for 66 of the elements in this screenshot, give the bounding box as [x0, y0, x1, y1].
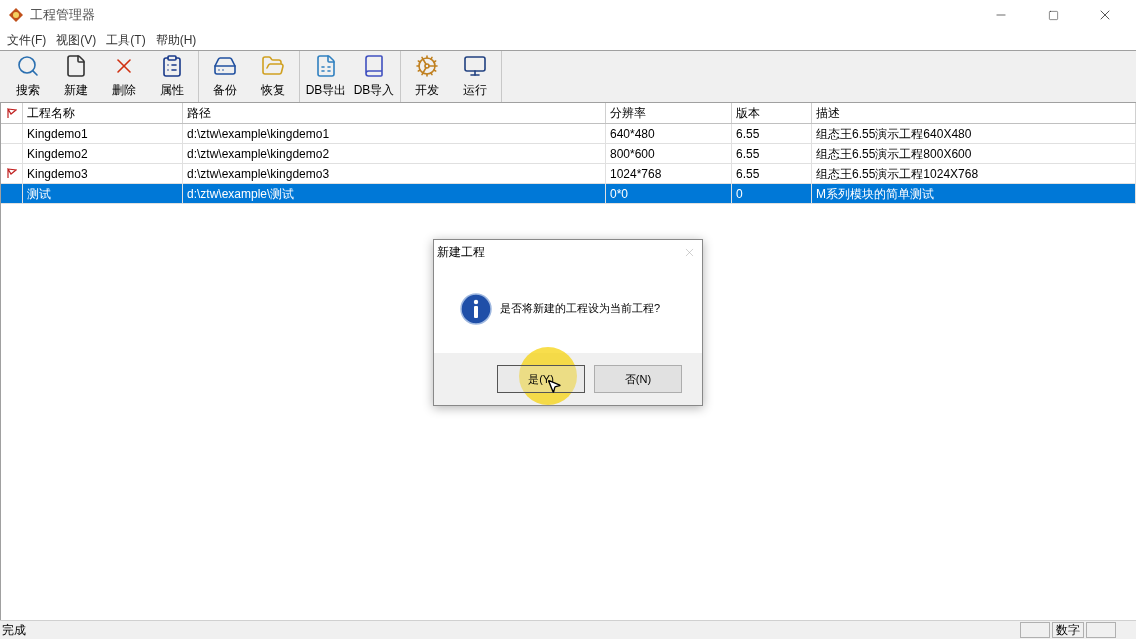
drive-icon: [213, 54, 237, 78]
info-icon: [460, 292, 492, 325]
menu-item[interactable]: 工具(T): [101, 31, 151, 49]
toolbar-button[interactable]: 属性: [148, 51, 196, 102]
status-indicator: 数字: [1052, 622, 1084, 638]
toolbar-button[interactable]: 恢复: [249, 51, 297, 102]
toolbar-button[interactable]: 开发: [403, 51, 451, 102]
flag-icon: [6, 168, 17, 179]
menu-item[interactable]: 帮助(H): [150, 31, 202, 49]
column-header[interactable]: 路径: [183, 103, 606, 123]
table-cell: Kingdemo2: [23, 144, 183, 163]
clipboard-icon: [160, 54, 184, 78]
toolbar-button[interactable]: DB导出: [302, 51, 350, 102]
table-cell: 组态王6.55演示工程800X600: [812, 144, 1136, 163]
status-panel: [1086, 622, 1116, 638]
toolbar-button[interactable]: 删除: [100, 51, 148, 102]
maximize-icon: [1047, 9, 1059, 21]
dialog-title: 新建工程: [437, 244, 486, 261]
menu-item[interactable]: 视图(V): [51, 31, 102, 49]
table-cell: M系列模块的简单测试: [812, 184, 1136, 203]
table-cell: d:\ztw\example\测试: [183, 184, 606, 203]
status-panel: [1020, 622, 1050, 638]
table-cell: 测试: [23, 184, 183, 203]
window-title: 工程管理器: [30, 6, 95, 25]
folder-icon: [261, 54, 285, 78]
table-cell: 0*0: [606, 184, 732, 203]
app-logo-icon: [8, 7, 24, 23]
monitor-icon: [463, 54, 487, 78]
toolbar-button[interactable]: 运行: [451, 51, 499, 102]
table-cell: 6.55: [732, 124, 812, 143]
table-cell: 800*600: [606, 144, 732, 163]
gear-icon: [415, 54, 439, 78]
search-icon: [16, 54, 40, 78]
table-cell: 组态王6.55演示工程1024X768: [812, 164, 1136, 183]
click-highlight: [519, 347, 577, 405]
table-cell: 6.55: [732, 164, 812, 183]
table-cell: 0: [732, 184, 812, 203]
status-text: 完成: [1, 622, 27, 639]
toolbar-button[interactable]: 新建: [52, 51, 100, 102]
column-header[interactable]: 版本: [732, 103, 812, 123]
dialog-message: 是否将新建的工程设为当前工程?: [500, 301, 661, 317]
menu-item[interactable]: 文件(F): [2, 31, 52, 49]
table-row[interactable]: 测试 d:\ztw\example\测试 0*0 0 M系列模块的简单测试: [1, 184, 1136, 204]
flag-icon: [6, 107, 17, 119]
table-cell: d:\ztw\example\kingdemo2: [183, 144, 606, 163]
document-icon: [64, 54, 88, 78]
table-row[interactable]: Kingdemo2 d:\ztw\example\kingdemo2 800*600 6.55 组态王6.55演示工程800X600: [1, 144, 1136, 164]
column-header[interactable]: 描述: [812, 103, 1136, 123]
table-cell: 640*480: [606, 124, 732, 143]
table-cell: d:\ztw\example\kingdemo1: [183, 124, 606, 143]
table-cell: 组态王6.55演示工程640X480: [812, 124, 1136, 143]
dialog-button[interactable]: 否(N): [594, 365, 682, 393]
column-header[interactable]: 工程名称: [23, 103, 183, 123]
toolbar-button[interactable]: 搜索: [4, 51, 52, 102]
table-cell: Kingdemo3: [23, 164, 183, 183]
toolbar-button[interactable]: 备份: [201, 51, 249, 102]
table-cell: d:\ztw\example\kingdemo3: [183, 164, 606, 183]
table-cell: Kingdemo1: [23, 124, 183, 143]
table-cell: 1024*768: [606, 164, 732, 183]
table-cell: 6.55: [732, 144, 812, 163]
spreadsheet-icon: [314, 54, 338, 78]
column-header[interactable]: 分辨率: [606, 103, 732, 123]
table-row[interactable]: Kingdemo1 d:\ztw\example\kingdemo1 640*480 6.55 组态王6.55演示工程640X480: [1, 124, 1136, 144]
table-row[interactable]: Kingdemo3 d:\ztw\example\kingdemo3 1024*768 6.55 组态王6.55演示工程1024X768: [1, 164, 1136, 184]
toolbar-button[interactable]: DB导入: [350, 51, 398, 102]
book-icon: [362, 54, 386, 78]
